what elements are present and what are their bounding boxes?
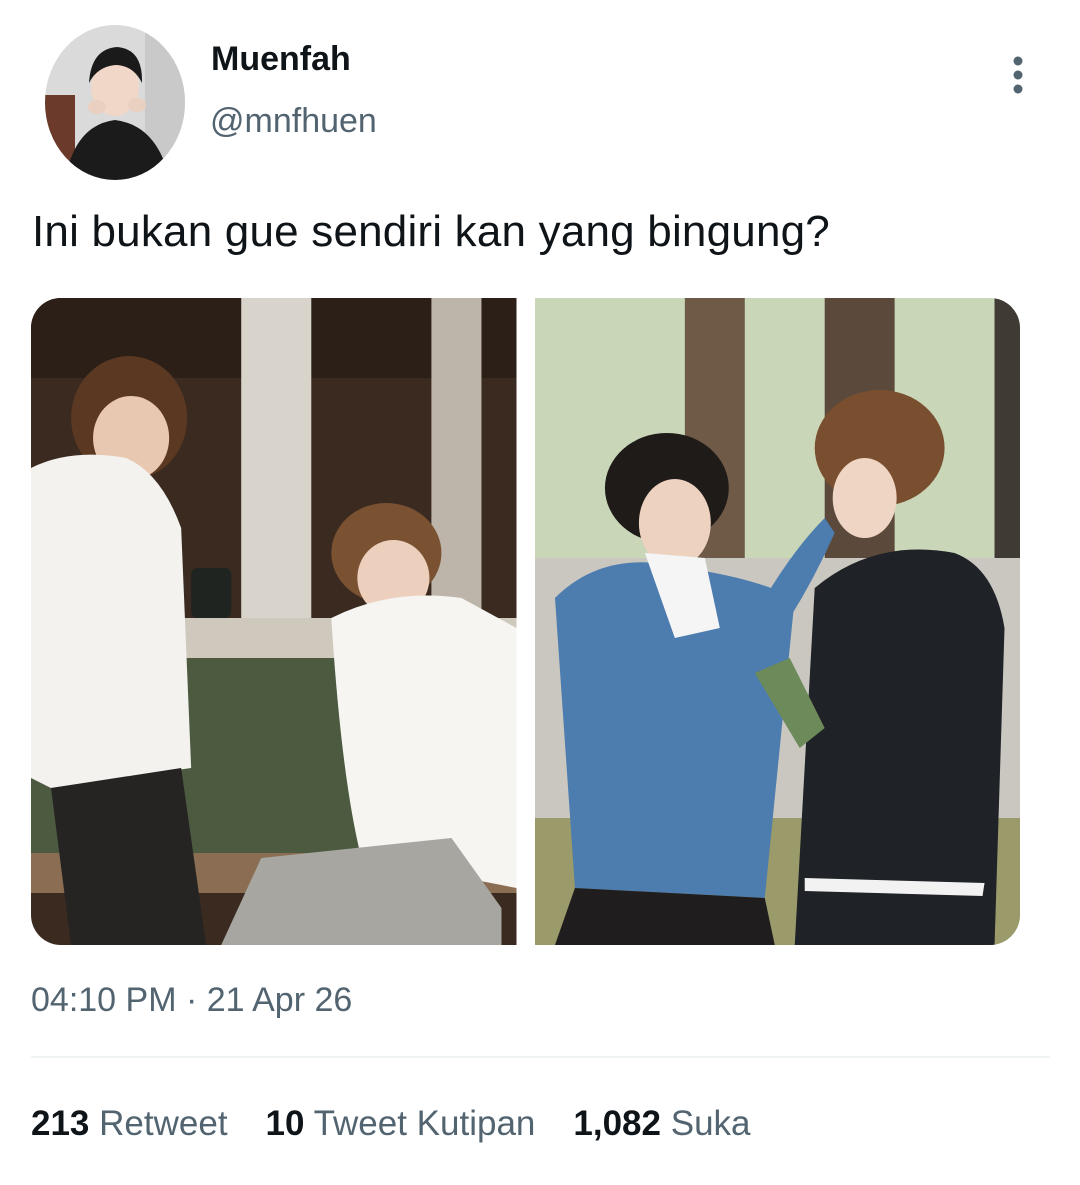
photo-image — [534, 298, 1020, 945]
retweet-count[interactable]: 213 Retweet — [31, 1104, 228, 1144]
display-name[interactable]: Muenfah — [211, 40, 351, 79]
media-grid — [31, 298, 1020, 945]
stat-count: 10 — [265, 1104, 305, 1143]
like-count[interactable]: 1,082 Suka — [573, 1104, 750, 1144]
stat-label: Suka — [670, 1104, 751, 1143]
divider — [31, 1056, 1050, 1058]
more-vertical-icon — [1013, 56, 1023, 94]
photo-image — [31, 298, 517, 945]
stat-count: 1,082 — [573, 1104, 661, 1143]
stat-label: Retweet — [99, 1104, 228, 1143]
media-photo-1[interactable] — [31, 298, 517, 945]
engagement-stats: 213 Retweet 10 Tweet Kutipan 1,082 Suka — [31, 1104, 751, 1144]
tweet-timestamp[interactable]: 04:10 PM · 21 Apr 26 — [31, 981, 352, 1020]
tweet-text: Ini bukan gue sendiri kan yang bingung? — [32, 207, 830, 256]
avatar[interactable] — [45, 25, 185, 180]
more-options-button[interactable] — [998, 54, 1038, 96]
avatar-image — [45, 25, 185, 180]
quote-tweet-count[interactable]: 10 Tweet Kutipan — [266, 1104, 536, 1144]
stat-label: Tweet Kutipan — [313, 1104, 536, 1143]
user-handle[interactable]: @mnfhuen — [210, 102, 377, 141]
stat-count: 213 — [31, 1104, 90, 1143]
media-photo-2[interactable] — [534, 298, 1020, 945]
